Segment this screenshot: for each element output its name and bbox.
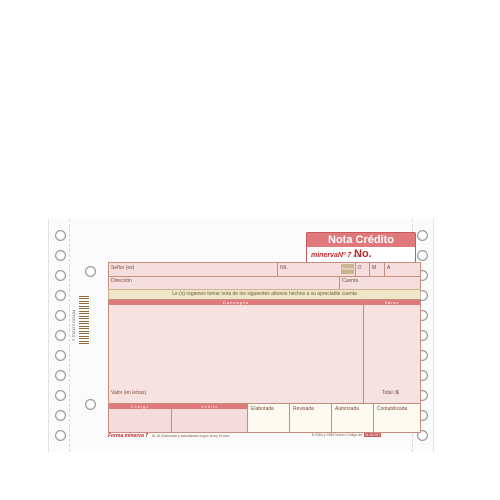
codigo-header: Código [109, 404, 171, 409]
code-tag: M-16-007 [364, 433, 382, 437]
autorizada-cell: Autorizada [332, 404, 374, 432]
tractor-hole [55, 290, 66, 301]
barcode [79, 294, 89, 344]
elaborada-label: Elaborada [251, 406, 274, 412]
document-title: Nota Crédito [307, 233, 415, 247]
contabilizada-label: Contabilizada [377, 406, 408, 412]
valor-header: Valor [364, 300, 420, 305]
elaborada-cell: Elaborada [248, 404, 290, 432]
debito-cell: Débito [172, 404, 248, 432]
tractor-hole [55, 270, 66, 281]
debito-header: Débito [172, 404, 247, 409]
bottom-small-text: M-16 Elaborada y actualizada según la le… [152, 434, 230, 438]
divider [363, 300, 364, 403]
revisada-label: Revisada [293, 406, 314, 412]
tractor-hole [55, 430, 66, 441]
tractor-hole [55, 370, 66, 381]
number-label: No. [354, 248, 372, 260]
bottom-brand: Forma minerva 7 [108, 433, 149, 439]
tractor-hole [55, 350, 66, 361]
divider [339, 276, 340, 289]
file-hole [85, 399, 96, 410]
paper-sheet: 7 702123 102104 Nota Crédito minervaNº 7… [48, 219, 434, 452]
currency-symbol: $ [396, 390, 399, 396]
divider [277, 263, 278, 276]
signature-footer: Código Débito Elaborada Revisada Autoriz… [108, 403, 421, 433]
cuenta-label: Cuenta [342, 278, 359, 284]
barcode-number: 7 702123 102104 [71, 309, 76, 341]
day-label: D [358, 265, 362, 271]
tractor-hole [55, 250, 66, 261]
direccion-label: Dirección [111, 278, 132, 284]
month-label: M [372, 265, 377, 271]
valor-letras-label: Valor (en letras) [111, 390, 147, 396]
brand-logo: minervaNº 7 M-16 [311, 252, 361, 259]
divider [369, 263, 370, 276]
year-label: A [387, 265, 391, 271]
nit-label: NIt. [280, 265, 288, 271]
tractor-hole [55, 410, 66, 421]
autorizada-label: Autorizada [335, 406, 359, 412]
divider [384, 263, 385, 276]
code-info: $ 0284 y 0289 Nuevo Código de M-16-007 [312, 433, 382, 437]
customer-header: Señor (es) NIt. Fecha D M A Dirección Cu… [108, 262, 421, 290]
tractor-hole [55, 330, 66, 341]
codigo-cell: Código [109, 404, 172, 432]
header-row-1: Señor (es) NIt. Fecha D M A [109, 263, 420, 277]
revisada-cell: Revisada [290, 404, 332, 432]
senor-label: Señor (es) [111, 265, 135, 271]
tractor-hole [417, 250, 428, 261]
header-row-2: Dirección Cuenta [109, 276, 420, 289]
tractor-hole [55, 310, 66, 321]
tractor-hole [417, 230, 428, 241]
contabilizada-cell: Contabilizada [374, 404, 420, 432]
tractor-hole [55, 390, 66, 401]
fecha-label: Fecha [341, 264, 354, 274]
concepto-header: Concepto [109, 300, 363, 305]
divider [355, 263, 356, 276]
tractor-hole [55, 230, 66, 241]
file-hole [85, 266, 96, 277]
